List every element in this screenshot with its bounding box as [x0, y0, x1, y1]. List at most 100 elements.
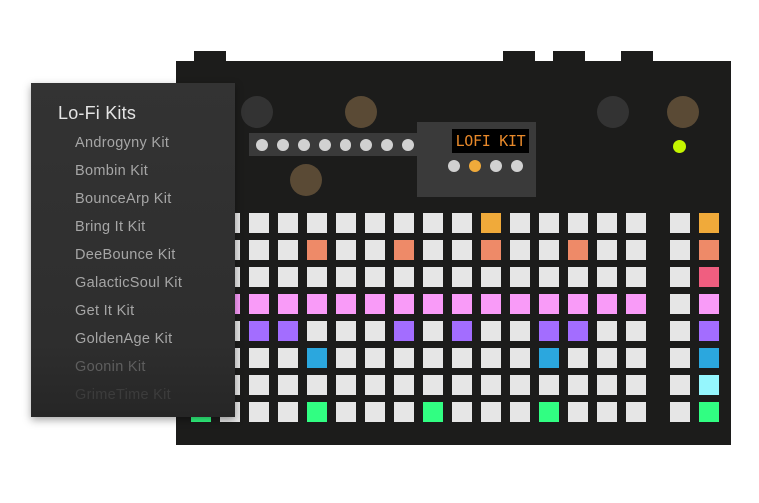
step-pad[interactable] — [539, 294, 559, 314]
step-pad[interactable] — [626, 240, 646, 260]
track-select-pad[interactable] — [699, 240, 719, 260]
step-pad[interactable] — [481, 375, 501, 395]
step-pad[interactable] — [423, 348, 443, 368]
step-pad[interactable] — [481, 213, 501, 233]
step-pad[interactable] — [307, 402, 327, 422]
step-pad[interactable] — [423, 267, 443, 287]
step-pad[interactable] — [336, 375, 356, 395]
step-pad[interactable] — [278, 267, 298, 287]
step-pad[interactable] — [510, 402, 530, 422]
step-pad[interactable] — [626, 321, 646, 341]
step-pad[interactable] — [626, 294, 646, 314]
knob-2[interactable] — [345, 96, 377, 128]
step-pad[interactable] — [539, 321, 559, 341]
step-pad[interactable] — [568, 321, 588, 341]
track-select-pad[interactable] — [699, 321, 719, 341]
step-pad[interactable] — [452, 294, 472, 314]
step-pad[interactable] — [307, 348, 327, 368]
step-pad[interactable] — [423, 402, 443, 422]
mute-pad[interactable] — [670, 294, 690, 314]
step-pad[interactable] — [307, 267, 327, 287]
knob-5[interactable] — [290, 164, 322, 196]
step-pad[interactable] — [626, 267, 646, 287]
step-pad[interactable] — [510, 321, 530, 341]
step-pad[interactable] — [568, 240, 588, 260]
step-pad[interactable] — [539, 402, 559, 422]
step-pad[interactable] — [452, 213, 472, 233]
step-pad[interactable] — [336, 267, 356, 287]
track-select-pad[interactable] — [699, 348, 719, 368]
step-pad[interactable] — [249, 375, 269, 395]
step-pad[interactable] — [568, 348, 588, 368]
step-pad[interactable] — [336, 321, 356, 341]
step-pad[interactable] — [452, 375, 472, 395]
step-pad[interactable] — [539, 348, 559, 368]
track-select-pad[interactable] — [699, 402, 719, 422]
step-pad[interactable] — [307, 294, 327, 314]
step-pad[interactable] — [626, 348, 646, 368]
step-pad[interactable] — [452, 267, 472, 287]
step-pad[interactable] — [394, 402, 414, 422]
step-pad[interactable] — [481, 402, 501, 422]
mute-pad[interactable] — [670, 267, 690, 287]
step-pad[interactable] — [278, 321, 298, 341]
kit-list-item[interactable]: GoldenAge Kit — [75, 329, 182, 357]
mute-pad[interactable] — [670, 240, 690, 260]
step-pad[interactable] — [481, 348, 501, 368]
step-pad[interactable] — [365, 240, 385, 260]
step-pad[interactable] — [626, 402, 646, 422]
step-pad[interactable] — [423, 213, 443, 233]
track-select-pad[interactable] — [699, 294, 719, 314]
step-pad[interactable] — [249, 348, 269, 368]
step-pad[interactable] — [452, 321, 472, 341]
kit-list-item[interactable]: GalacticSoul Kit — [75, 273, 182, 301]
step-pad[interactable] — [452, 402, 472, 422]
step-pad[interactable] — [597, 213, 617, 233]
step-pad[interactable] — [394, 321, 414, 341]
step-pad[interactable] — [568, 402, 588, 422]
mute-pad[interactable] — [670, 402, 690, 422]
step-pad[interactable] — [597, 348, 617, 368]
step-pad[interactable] — [249, 213, 269, 233]
mode-led-2[interactable] — [469, 160, 481, 172]
step-pad[interactable] — [394, 267, 414, 287]
step-pad[interactable] — [249, 402, 269, 422]
mode-led-3[interactable] — [490, 160, 502, 172]
step-pad[interactable] — [365, 375, 385, 395]
step-pad[interactable] — [597, 402, 617, 422]
step-pad[interactable] — [278, 240, 298, 260]
knob-1[interactable] — [241, 96, 273, 128]
step-pad[interactable] — [307, 213, 327, 233]
step-pad[interactable] — [510, 375, 530, 395]
knob-4[interactable] — [667, 96, 699, 128]
kit-list-item[interactable]: Goonin Kit — [75, 357, 182, 385]
kit-list[interactable]: Androgyny Kit Bombin Kit BounceArp Kit Brin… — [75, 133, 182, 413]
step-pad[interactable] — [597, 294, 617, 314]
step-pad[interactable] — [336, 294, 356, 314]
step-pad[interactable] — [249, 294, 269, 314]
step-pad[interactable] — [510, 294, 530, 314]
kit-list-item[interactable]: Get It Kit — [75, 301, 182, 329]
step-pad[interactable] — [481, 294, 501, 314]
step-pad[interactable] — [481, 321, 501, 341]
kit-list-item[interactable]: Bring It Kit — [75, 217, 182, 245]
step-pad[interactable] — [481, 240, 501, 260]
step-pad[interactable] — [510, 267, 530, 287]
mute-pad[interactable] — [670, 213, 690, 233]
step-pad[interactable] — [307, 321, 327, 341]
step-pad[interactable] — [423, 240, 443, 260]
step-pad[interactable] — [510, 213, 530, 233]
step-pad[interactable] — [539, 375, 559, 395]
step-pad[interactable] — [307, 240, 327, 260]
step-pad[interactable] — [278, 294, 298, 314]
step-pad[interactable] — [539, 240, 559, 260]
kit-list-item[interactable]: DeeBounce Kit — [75, 245, 182, 273]
track-select-pad[interactable] — [699, 213, 719, 233]
step-pad[interactable] — [597, 375, 617, 395]
step-pad[interactable] — [423, 375, 443, 395]
step-pad[interactable] — [336, 240, 356, 260]
step-pad[interactable] — [249, 321, 269, 341]
step-pad[interactable] — [452, 240, 472, 260]
step-pad[interactable] — [481, 267, 501, 287]
step-pad[interactable] — [597, 240, 617, 260]
